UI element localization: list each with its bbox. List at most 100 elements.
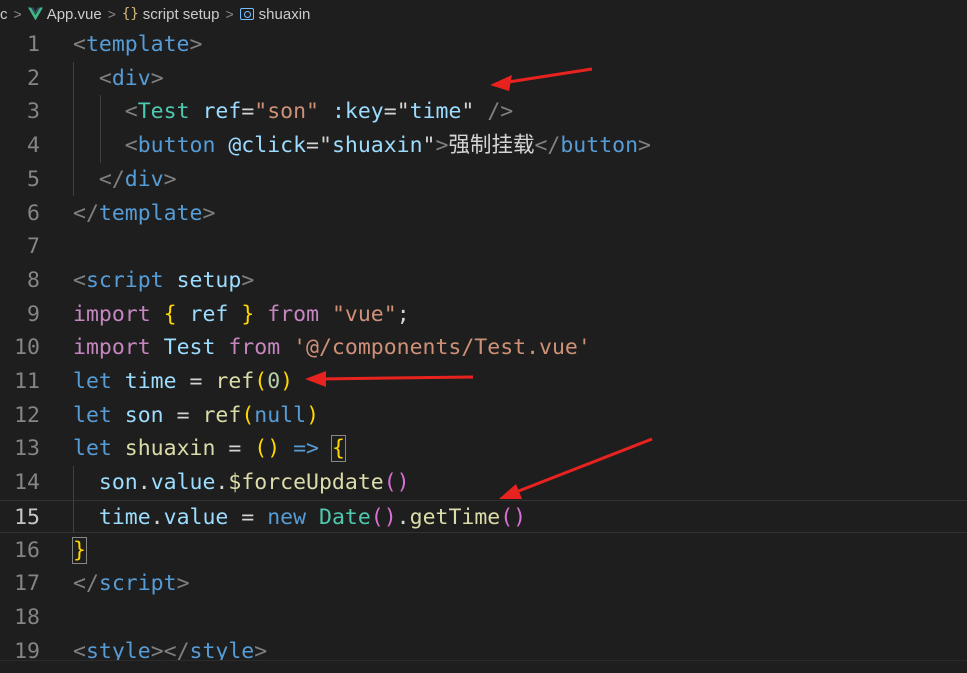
code-line[interactable]: 15 time.value = new Date().getTime() [0, 499, 967, 534]
code-token: script [98, 571, 177, 597]
code-token: . [215, 470, 229, 496]
code-token: . [396, 504, 410, 530]
code-line[interactable]: 13 let shuaxin = () => { [0, 432, 967, 466]
code-token: = [306, 133, 319, 159]
code-token: </ [534, 133, 561, 159]
code-text: <template> [73, 28, 202, 62]
code-token: > [176, 571, 190, 597]
breadcrumb-symbol-label: shuaxin [258, 5, 311, 23]
code-token: ( [241, 402, 255, 428]
code-text: import Test from '@/components/Test.vue' [73, 331, 591, 365]
breadcrumb-symbol[interactable]: shuaxin [239, 5, 311, 23]
code-token: = [383, 99, 397, 125]
code-line[interactable]: 17 </script> [0, 567, 967, 601]
line-number: 10 [14, 335, 40, 361]
code-line[interactable]: 8 <script setup> [0, 264, 967, 298]
chevron-right-icon: > [107, 6, 116, 22]
breadcrumb-section[interactable]: {} script setup [122, 6, 220, 23]
code-token: > [241, 267, 255, 293]
code-token: import [73, 335, 151, 361]
code-token: () [500, 504, 527, 530]
code-token: value [150, 470, 216, 496]
code-token: " [396, 99, 410, 125]
code-token: Date [319, 504, 371, 530]
code-token: null [254, 402, 307, 428]
code-line[interactable]: 11 let time = ref(0) [0, 365, 967, 399]
horizontal-scrollbar[interactable] [0, 660, 967, 673]
variable-icon [239, 8, 254, 20]
code-line[interactable]: 2 <div> [0, 62, 967, 96]
line-number: 7 [27, 234, 40, 260]
line-number: 17 [14, 571, 40, 597]
code-token: " [461, 99, 475, 125]
code-token: > [638, 133, 651, 159]
code-line[interactable]: 3 <Test ref="son" :key="time" /> [0, 95, 967, 129]
code-token: > [150, 65, 164, 91]
code-text: <button @click="shuaxin">强制挂载</button> [73, 129, 651, 163]
code-line[interactable]: 10 import Test from '@/components/Test.vu… [0, 331, 967, 365]
code-token: ( [254, 369, 268, 394]
breadcrumb-file[interactable]: App.vue [27, 6, 102, 23]
line-number: 18 [14, 604, 40, 630]
code-token: ref [215, 369, 255, 394]
code-token: => [293, 436, 319, 462]
breadcrumb-root[interactable]: c [0, 6, 8, 23]
code-token: } [72, 536, 87, 564]
code-line[interactable]: 6 </template> [0, 197, 967, 231]
code-token: '@/components/Test.vue' [293, 335, 591, 361]
line-number: 12 [14, 402, 40, 428]
line-number: 14 [14, 470, 40, 496]
code-line[interactable]: 4 <button @click="shuaxin">强制挂载</button> [0, 129, 967, 163]
code-token: < [73, 267, 86, 293]
code-text: </template> [73, 197, 215, 231]
code-token: . [150, 504, 164, 530]
code-token: script [85, 267, 164, 293]
code-token: </ [98, 166, 125, 192]
code-token: value [163, 504, 229, 530]
code-token: < [98, 65, 112, 91]
code-text: let son = ref(null) [73, 399, 319, 433]
code-token: > [163, 166, 177, 192]
line-number: 13 [14, 436, 40, 462]
line-number: 6 [27, 200, 40, 226]
code-line[interactable]: 5 </div> [0, 163, 967, 197]
code-text: let shuaxin = () => { [73, 432, 346, 466]
code-token: getTime [409, 504, 501, 530]
code-token: > [189, 32, 203, 57]
code-token: let [73, 436, 112, 462]
code-token: son [98, 470, 138, 496]
code-line[interactable]: 7 [0, 230, 967, 264]
code-token: ) [306, 402, 320, 428]
code-token: let [73, 369, 112, 394]
code-token: /> [487, 99, 514, 125]
code-token: Test [137, 99, 190, 125]
code-token: div [124, 166, 164, 192]
code-token: = [163, 402, 203, 428]
indent-guide [73, 61, 74, 197]
code-line[interactable]: 9 import { ref } from "vue"; [0, 298, 967, 332]
code-line[interactable]: 16} [0, 534, 967, 568]
code-line[interactable]: 14 son.value.$forceUpdate() [0, 466, 967, 500]
code-token: template [85, 32, 190, 57]
code-token: shuaxin [124, 436, 216, 462]
braces-icon: {} [121, 6, 139, 22]
code-token: $forceUpdate [228, 470, 384, 496]
code-text: import { ref } from "vue"; [73, 298, 410, 332]
code-text: </script> [73, 567, 190, 601]
code-editor[interactable]: 1 <template> 2 <div> 3 <Test ref="son" :key… [0, 28, 967, 673]
code-line[interactable]: 1 <template> [0, 28, 967, 62]
code-token: from [228, 335, 281, 361]
code-line[interactable]: 18 [0, 601, 967, 635]
code-line[interactable]: 12 let son = ref(null) [0, 399, 967, 433]
